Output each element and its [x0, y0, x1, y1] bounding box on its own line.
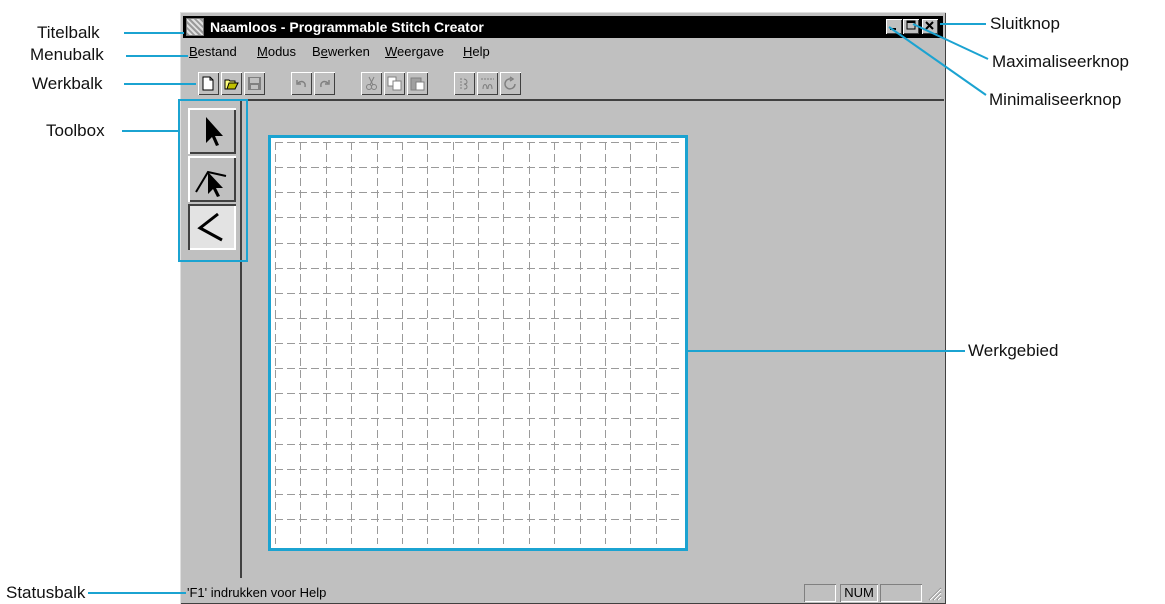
menu-bewerken-mnemonic: e	[320, 44, 328, 59]
close-icon	[925, 21, 934, 30]
callout-sluitknop: Sluitknop	[990, 14, 1060, 33]
status-panel-num: NUM	[840, 584, 878, 602]
cut-icon	[366, 76, 377, 90]
status-panel-scroll	[880, 584, 922, 602]
toolbar-divider	[188, 99, 944, 101]
new-file-button[interactable]	[198, 72, 219, 95]
callout-menubalk: Menubalk	[30, 45, 104, 64]
redo-button[interactable]	[314, 72, 335, 95]
callout-maximaliseerknop: Maximaliseerknop	[992, 52, 1129, 71]
stitch-tool[interactable]	[188, 204, 236, 250]
menu-bewerken[interactable]: Bewerken	[312, 44, 370, 60]
resize-grip-icon[interactable]	[926, 584, 942, 602]
menu-bestand-label: estand	[197, 44, 237, 59]
window-title: Naamloos - Programmable Stitch Creator	[210, 19, 484, 35]
callout-statusbalk: Statusbalk	[6, 583, 86, 602]
rotate-icon	[504, 76, 516, 90]
undo-button[interactable]	[291, 72, 312, 95]
minimize-button[interactable]	[886, 19, 902, 34]
status-panel-caps	[804, 584, 836, 602]
callout-minimaliseerknop: Minimaliseerknop	[989, 90, 1122, 109]
menu-modus-label: odus	[267, 44, 297, 59]
stitch-line-icon	[197, 212, 223, 242]
minimize-icon	[890, 28, 896, 30]
mirror-vertical-icon	[481, 78, 494, 90]
mirror-horizontal-button[interactable]	[454, 72, 475, 95]
status-text: 'F1' indrukken voor Help	[187, 585, 327, 600]
menu-help[interactable]: Help	[463, 44, 490, 60]
undo-icon	[296, 80, 306, 88]
work-area[interactable]	[268, 135, 688, 551]
menu-weergave-mnemonic: W	[385, 44, 398, 59]
mirror-horizontal-icon	[460, 78, 468, 90]
mirror-vertical-button[interactable]	[477, 72, 498, 95]
callout-werkgebied: Werkgebied	[968, 341, 1059, 360]
menu-help-mnemonic: H	[463, 44, 473, 59]
maximize-icon	[906, 20, 916, 30]
menu-bewerken-label: werken	[327, 44, 370, 59]
redo-icon	[320, 80, 330, 88]
select-tool[interactable]	[188, 108, 236, 154]
save-button[interactable]	[244, 72, 265, 95]
close-button[interactable]	[922, 19, 938, 34]
menu-modus[interactable]: Modus	[257, 44, 296, 60]
point-edit-tool[interactable]	[188, 156, 236, 202]
menu-weergave[interactable]: Weergave	[385, 44, 444, 60]
menu-bar	[183, 40, 943, 64]
menu-bestand-mnemonic: B	[189, 44, 198, 59]
rotate-button[interactable]	[500, 72, 521, 95]
select-arrow-icon	[206, 117, 223, 146]
paste-icon	[410, 77, 425, 91]
menu-bewerken-prefix: B	[312, 44, 321, 59]
callout-werkbalk: Werkbalk	[32, 74, 103, 93]
save-icon	[248, 77, 261, 90]
point-edit-icon	[195, 170, 227, 197]
callout-toolbox: Toolbox	[46, 121, 105, 140]
app-icon[interactable]	[186, 18, 204, 36]
copy-button[interactable]	[384, 72, 405, 95]
open-folder-icon	[224, 79, 239, 90]
paste-button[interactable]	[407, 72, 428, 95]
new-file-icon	[202, 76, 214, 91]
menu-help-label: elp	[472, 44, 490, 59]
menu-modus-mnemonic: M	[257, 44, 268, 59]
menu-weergave-label: eergave	[397, 44, 445, 59]
work-area-grid	[275, 142, 681, 544]
callout-titelbalk: Titelbalk	[37, 23, 100, 42]
copy-icon	[387, 76, 402, 91]
open-button[interactable]	[221, 72, 242, 95]
menu-bestand[interactable]: Bestand	[189, 44, 237, 60]
cut-button[interactable]	[361, 72, 382, 95]
maximize-button[interactable]	[903, 19, 919, 34]
